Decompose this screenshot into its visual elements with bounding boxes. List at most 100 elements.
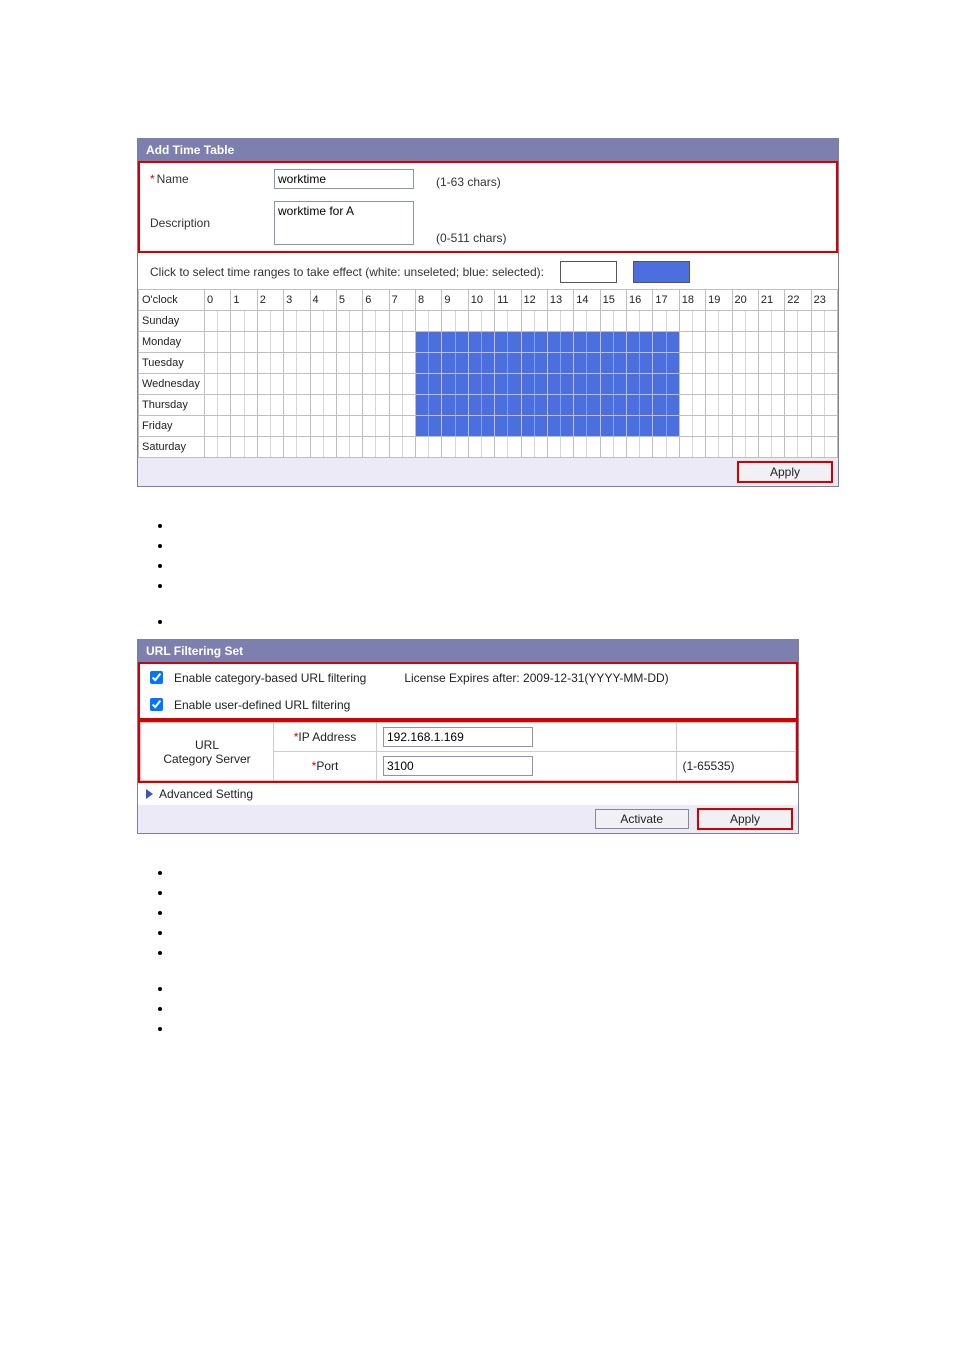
hour-cell[interactable] [653, 332, 679, 353]
hour-cell[interactable] [231, 437, 257, 458]
hour-cell[interactable] [653, 416, 679, 437]
hour-cell[interactable] [336, 416, 362, 437]
hour-cell[interactable] [758, 395, 784, 416]
hour-cell[interactable] [732, 437, 758, 458]
hour-cell[interactable] [521, 395, 547, 416]
hour-cell[interactable] [627, 374, 653, 395]
hour-cell[interactable] [547, 416, 573, 437]
hour-cell[interactable] [679, 437, 705, 458]
hour-cell[interactable] [706, 332, 732, 353]
hour-cell[interactable] [231, 311, 257, 332]
hour-cell[interactable] [468, 353, 494, 374]
hour-cell[interactable] [600, 395, 626, 416]
hour-cell[interactable] [336, 353, 362, 374]
hour-cell[interactable] [547, 437, 573, 458]
hour-cell[interactable] [205, 353, 231, 374]
hour-cell[interactable] [257, 416, 283, 437]
hour-cell[interactable] [706, 395, 732, 416]
hour-cell[interactable] [547, 311, 573, 332]
hour-cell[interactable] [574, 353, 600, 374]
hour-cell[interactable] [257, 437, 283, 458]
hour-cell[interactable] [653, 311, 679, 332]
apply-button-url[interactable]: Apply [698, 809, 792, 829]
hour-cell[interactable] [732, 395, 758, 416]
name-input[interactable] [274, 169, 414, 189]
hour-cell[interactable] [732, 311, 758, 332]
hour-cell[interactable] [627, 437, 653, 458]
hour-cell[interactable] [627, 416, 653, 437]
hours-grid[interactable]: O'clock012345678910111213141516171819202… [138, 289, 838, 458]
hour-cell[interactable] [679, 311, 705, 332]
hour-cell[interactable] [310, 353, 336, 374]
hour-cell[interactable] [205, 437, 231, 458]
hour-cell[interactable] [706, 353, 732, 374]
hour-cell[interactable] [495, 416, 521, 437]
hour-cell[interactable] [363, 437, 389, 458]
hour-cell[interactable] [257, 332, 283, 353]
hour-cell[interactable] [574, 437, 600, 458]
hour-cell[interactable] [521, 311, 547, 332]
hour-cell[interactable] [653, 374, 679, 395]
hour-cell[interactable] [547, 374, 573, 395]
hour-cell[interactable] [310, 332, 336, 353]
hour-cell[interactable] [706, 311, 732, 332]
enable-category-checkbox[interactable] [150, 671, 163, 684]
hour-cell[interactable] [706, 437, 732, 458]
hour-cell[interactable] [495, 311, 521, 332]
hour-cell[interactable] [758, 353, 784, 374]
hour-cell[interactable] [389, 311, 415, 332]
hour-cell[interactable] [416, 374, 442, 395]
hour-cell[interactable] [600, 353, 626, 374]
hour-cell[interactable] [205, 416, 231, 437]
hour-cell[interactable] [758, 416, 784, 437]
hour-cell[interactable] [468, 416, 494, 437]
hour-cell[interactable] [205, 395, 231, 416]
hour-cell[interactable] [495, 332, 521, 353]
hour-cell[interactable] [706, 374, 732, 395]
hour-cell[interactable] [679, 353, 705, 374]
hour-cell[interactable] [785, 311, 811, 332]
hour-cell[interactable] [442, 416, 468, 437]
hour-cell[interactable] [785, 332, 811, 353]
hour-cell[interactable] [442, 374, 468, 395]
hour-cell[interactable] [627, 395, 653, 416]
hour-cell[interactable] [389, 353, 415, 374]
hour-cell[interactable] [231, 374, 257, 395]
hour-cell[interactable] [468, 374, 494, 395]
hour-cell[interactable] [785, 353, 811, 374]
apply-button[interactable]: Apply [738, 462, 832, 482]
hour-cell[interactable] [600, 332, 626, 353]
hour-cell[interactable] [600, 374, 626, 395]
hour-cell[interactable] [284, 416, 310, 437]
hour-cell[interactable] [732, 416, 758, 437]
hour-cell[interactable] [416, 395, 442, 416]
hour-cell[interactable] [706, 416, 732, 437]
hour-cell[interactable] [284, 395, 310, 416]
hour-cell[interactable] [468, 311, 494, 332]
hour-cell[interactable] [653, 437, 679, 458]
hour-cell[interactable] [811, 416, 837, 437]
hour-cell[interactable] [811, 311, 837, 332]
hour-cell[interactable] [521, 416, 547, 437]
hour-cell[interactable] [521, 332, 547, 353]
hour-cell[interactable] [231, 353, 257, 374]
hour-cell[interactable] [574, 374, 600, 395]
hour-cell[interactable] [205, 374, 231, 395]
enable-userdefined-checkbox[interactable] [150, 698, 163, 711]
hour-cell[interactable] [495, 437, 521, 458]
hour-cell[interactable] [627, 332, 653, 353]
hour-cell[interactable] [811, 332, 837, 353]
hour-cell[interactable] [416, 353, 442, 374]
hour-cell[interactable] [389, 437, 415, 458]
hour-cell[interactable] [284, 353, 310, 374]
hour-cell[interactable] [495, 395, 521, 416]
hour-cell[interactable] [574, 311, 600, 332]
hour-cell[interactable] [785, 416, 811, 437]
hour-cell[interactable] [679, 416, 705, 437]
activate-button[interactable]: Activate [595, 809, 689, 829]
hour-cell[interactable] [732, 332, 758, 353]
hour-cell[interactable] [257, 311, 283, 332]
hour-cell[interactable] [231, 332, 257, 353]
port-input[interactable] [383, 756, 533, 776]
hour-cell[interactable] [231, 395, 257, 416]
